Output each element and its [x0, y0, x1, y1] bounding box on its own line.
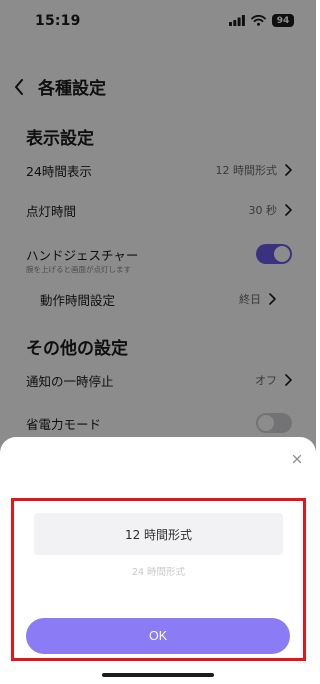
- home-indicator: [102, 673, 214, 677]
- picker-option-selected[interactable]: 12 時間形式: [34, 513, 283, 555]
- time-format-sheet: 12 時間形式 24 時間形式 OK: [0, 437, 316, 684]
- ok-button[interactable]: OK: [26, 618, 290, 654]
- picker-option[interactable]: 24 時間形式: [34, 562, 283, 580]
- close-icon: [292, 454, 302, 464]
- close-button[interactable]: [290, 451, 304, 465]
